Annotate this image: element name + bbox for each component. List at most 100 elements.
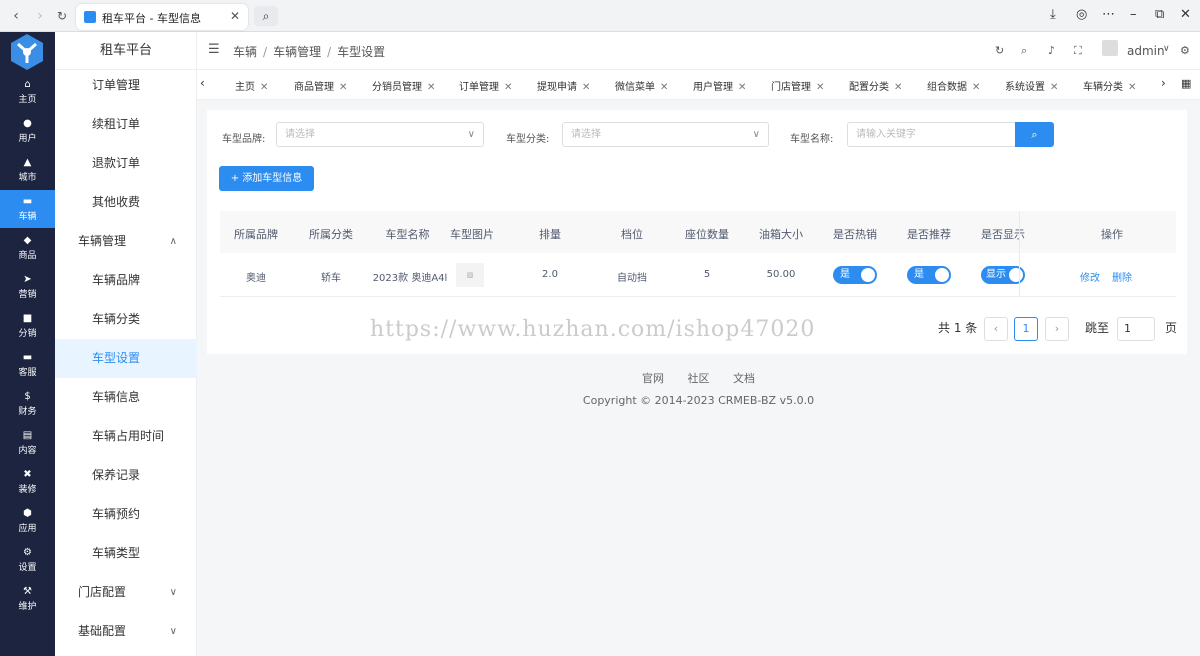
submenu-item[interactable]: 车辆品牌 <box>55 261 197 300</box>
page-tab[interactable]: 微信菜单 ✕ <box>615 78 668 93</box>
reload-icon[interactable]: ↻ <box>52 6 72 26</box>
submenu-label: 续租订单 <box>92 117 141 131</box>
breadcrumb-item[interactable]: 车辆管理 <box>273 45 321 59</box>
sidebar-nav-item[interactable]: ➤ 营销 <box>0 268 55 306</box>
jump-page-input[interactable]: 1 <box>1117 317 1155 341</box>
sidebar-nav-item[interactable]: ▤ 内容 <box>0 424 55 462</box>
sidebar-nav-item[interactable]: ⌂ 主页 <box>0 73 55 111</box>
fullscreen-icon[interactable]: ⛶ <box>1074 44 1082 58</box>
avatar[interactable] <box>1102 40 1118 56</box>
submenu-item[interactable]: 车辆分类 <box>55 300 197 339</box>
page-tab[interactable]: 门店管理 ✕ <box>771 78 824 93</box>
page-tab[interactable]: 组合数据 ✕ <box>927 78 980 93</box>
prev-page-button[interactable]: ‹ <box>984 317 1008 341</box>
model-image-thumbnail[interactable]: ▧ <box>456 263 484 287</box>
close-tab-icon[interactable]: ✕ <box>427 82 435 93</box>
sidebar-nav-item[interactable]: ⚙ 设置 <box>0 541 55 579</box>
browser-search-icon[interactable]: ⌕ <box>254 6 278 26</box>
close-tab-icon[interactable]: ✕ <box>582 82 590 93</box>
more-icon[interactable]: ⋯ <box>1102 7 1115 22</box>
search-icon[interactable]: ⌕ <box>1021 44 1027 58</box>
close-tab-icon[interactable]: ✕ <box>504 82 512 93</box>
username[interactable]: admin <box>1127 44 1165 58</box>
chevron-down-icon[interactable]: ∨ <box>1163 44 1170 54</box>
restore-icon[interactable]: ⧉ <box>1155 7 1164 22</box>
close-tab-icon[interactable]: ✕ <box>972 82 980 93</box>
close-window-icon[interactable]: ✕ <box>1180 7 1191 22</box>
sidebar-nav-item[interactable]: ▲ 城市 <box>0 151 55 189</box>
submenu-item[interactable]: 其他收费 <box>55 183 197 222</box>
submenu-label: 车辆占用时间 <box>92 429 165 443</box>
page-tab[interactable]: 分销员管理 ✕ <box>372 78 435 93</box>
category-select[interactable]: 请选择 ∨ <box>562 122 769 147</box>
brand-select[interactable]: 请选择 ∨ <box>276 122 484 147</box>
close-tab-icon[interactable]: ✕ <box>894 82 902 93</box>
delete-link[interactable]: 删除 <box>1112 269 1132 284</box>
browser-tab[interactable]: 租车平台 - 车型信息 ✕ <box>76 4 248 30</box>
submenu-item[interactable]: 续租订单 <box>55 105 197 144</box>
page-tab[interactable]: 订单管理 ✕ <box>459 78 512 93</box>
sidebar-nav-item[interactable]: ▬ 客服 <box>0 346 55 384</box>
submenu-item[interactable]: 车辆占用时间 <box>55 417 197 456</box>
close-tab-icon[interactable]: ✕ <box>660 82 668 93</box>
close-tab-icon[interactable]: ✕ <box>738 82 746 93</box>
forward-icon[interactable]: › <box>30 6 50 26</box>
sidebar-nav-item[interactable]: ● 用户 <box>0 112 55 150</box>
bell-icon[interactable]: ♪ <box>1048 44 1055 57</box>
minimize-icon[interactable]: – <box>1130 7 1137 22</box>
search-button[interactable]: ⌕ <box>1015 122 1054 147</box>
name-search-input[interactable]: 请输入关键字 <box>847 122 1016 147</box>
page-tab[interactable]: 主页 ✕ <box>235 78 268 93</box>
sidebar-nav-item[interactable]: ■ 分销 <box>0 307 55 345</box>
page-tab-label: 订单管理 <box>459 82 499 93</box>
breadcrumb-item[interactable]: 车辆 <box>233 45 257 59</box>
sidebar-nav-item[interactable]: ⚒ 维护 <box>0 580 55 618</box>
submenu-item[interactable]: 车辆信息 <box>55 378 197 417</box>
submenu-item[interactable]: 退款订单 <box>55 144 197 183</box>
sidebar-nav-item[interactable]: ✖ 装修 <box>0 463 55 501</box>
recommend-toggle[interactable]: 是 <box>907 266 951 284</box>
page-tab[interactable]: 商品管理 ✕ <box>294 78 347 93</box>
page-tab[interactable]: 系统设置 ✕ <box>1005 78 1058 93</box>
menu-toggle-icon[interactable]: ☰ <box>208 42 220 57</box>
download-icon[interactable]: ⤓ <box>1050 7 1056 22</box>
hot-toggle[interactable]: 是 <box>833 266 877 284</box>
sidebar-nav-item[interactable]: ⬢ 应用 <box>0 502 55 540</box>
tabs-left-icon[interactable]: ‹ <box>200 76 205 90</box>
page-tab[interactable]: 提现申请 ✕ <box>537 78 590 93</box>
close-tab-icon[interactable]: ✕ <box>260 82 268 93</box>
page-1-button[interactable]: 1 <box>1014 317 1038 341</box>
browser-tab-title: 租车平台 - 车型信息 <box>102 12 201 25</box>
gear-icon[interactable]: ⚙ <box>1180 44 1190 57</box>
page-tab[interactable]: 用户管理 ✕ <box>693 78 746 93</box>
submenu-item[interactable]: 车辆类型 <box>55 534 197 573</box>
close-tab-icon[interactable]: ✕ <box>816 82 824 93</box>
page-tab[interactable]: 车辆分类 ✕ <box>1083 78 1136 93</box>
submenu-item[interactable]: 车型设置 <box>55 339 197 378</box>
refresh-icon[interactable]: ↻ <box>995 44 1004 57</box>
sidebar-nav-item[interactable]: ▬ 车辆 <box>0 190 55 228</box>
sidebar-nav-item[interactable]: $ 财务 <box>0 385 55 423</box>
submenu-item[interactable]: 保养记录 <box>55 456 197 495</box>
add-model-button[interactable]: + 添加车型信息 <box>219 166 314 191</box>
globe-icon[interactable]: ◎ <box>1076 7 1087 22</box>
back-icon[interactable]: ‹ <box>6 6 26 26</box>
submenu-item[interactable]: 车辆预约 <box>55 495 197 534</box>
grid-icon[interactable]: ▦ <box>1181 77 1191 90</box>
footer-link-community[interactable]: 社区 <box>688 372 710 385</box>
next-page-button[interactable]: › <box>1045 317 1069 341</box>
tabs-right-icon[interactable]: › <box>1161 76 1166 90</box>
submenu-item[interactable]: 订单管理 <box>55 66 197 105</box>
submenu-item[interactable]: 基础配置 ∨ <box>55 612 197 651</box>
submenu-item[interactable]: 门店配置 ∨ <box>55 573 197 612</box>
close-tab-icon[interactable]: ✕ <box>339 82 347 93</box>
footer-link-official[interactable]: 官网 <box>642 372 664 385</box>
close-tab-icon[interactable]: ✕ <box>1050 82 1058 93</box>
submenu-item[interactable]: 车辆管理 ∧ <box>55 222 197 261</box>
close-tab-icon[interactable]: ✕ <box>230 9 240 23</box>
sidebar-nav-item[interactable]: ◆ 商品 <box>0 229 55 267</box>
footer-link-docs[interactable]: 文档 <box>733 372 755 385</box>
close-tab-icon[interactable]: ✕ <box>1128 82 1136 93</box>
page-tab[interactable]: 配置分类 ✕ <box>849 78 902 93</box>
edit-link[interactable]: 修改 <box>1080 269 1100 284</box>
